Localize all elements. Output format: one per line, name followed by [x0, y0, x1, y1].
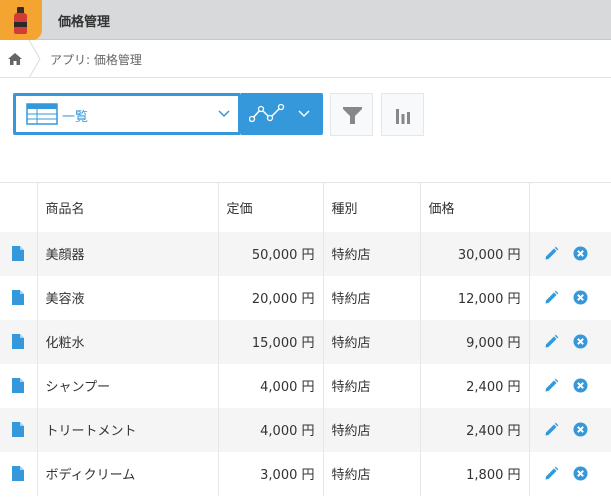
close-circle-icon[interactable] [573, 290, 588, 305]
pencil-icon[interactable] [544, 466, 559, 481]
cell-product-name: 化粧水 [36, 319, 218, 364]
cell-type: 特約店 [322, 319, 420, 364]
header-product-name[interactable]: 商品名 [36, 182, 218, 232]
cell-list-price: 4,000 円 [217, 363, 323, 408]
table-header-row: 商品名 定価 種別 価格 [0, 182, 611, 232]
cell-list-price: 15,000 円 [217, 319, 323, 364]
cell-product-name: シャンプー [36, 363, 218, 408]
pencil-icon[interactable] [544, 246, 559, 261]
table-row: ボディクリーム 3,000 円 特約店 1,800 円 [0, 451, 611, 496]
actions-cell [528, 275, 611, 320]
graph-selector[interactable] [241, 93, 323, 135]
record-detail-cell[interactable] [0, 407, 37, 452]
breadcrumb: アプリ: 価格管理 [0, 40, 611, 78]
close-circle-icon[interactable] [573, 422, 588, 437]
header-list-price[interactable]: 定価 [217, 182, 323, 232]
chevron-down-icon [218, 110, 230, 118]
record-detail-cell[interactable] [0, 231, 37, 276]
actions-cell [528, 231, 611, 276]
records-table: 商品名 定価 種別 価格 美顔器 50,000 円 特約店 30,000 円 美… [0, 182, 611, 496]
cell-type: 特約店 [322, 451, 420, 496]
cell-type: 特約店 [322, 275, 420, 320]
cell-type: 特約店 [322, 407, 420, 452]
header-icon-col [0, 182, 37, 232]
document-icon[interactable] [12, 466, 25, 481]
pencil-icon[interactable] [544, 334, 559, 349]
cell-list-price: 4,000 円 [217, 407, 323, 452]
table-row: 美容液 20,000 円 特約店 12,000 円 [0, 275, 611, 320]
cell-price: 12,000 円 [419, 275, 529, 320]
pencil-icon[interactable] [544, 422, 559, 437]
filter-button[interactable] [330, 93, 373, 136]
cell-price: 2,400 円 [419, 407, 529, 452]
cell-list-price: 20,000 円 [217, 275, 323, 320]
document-icon[interactable] [12, 334, 25, 349]
cosmetics-bottle-icon[interactable] [0, 0, 42, 40]
document-icon[interactable] [12, 422, 25, 437]
pencil-icon[interactable] [544, 290, 559, 305]
chevron-down-icon [298, 110, 310, 118]
cell-list-price: 3,000 円 [217, 451, 323, 496]
cell-type: 特約店 [322, 231, 420, 276]
record-detail-cell[interactable] [0, 275, 37, 320]
document-icon[interactable] [12, 246, 25, 261]
record-detail-cell[interactable] [0, 363, 37, 408]
record-detail-cell[interactable] [0, 451, 37, 496]
header-type[interactable]: 種別 [322, 182, 420, 232]
cell-product-name: 美容液 [36, 275, 218, 320]
cell-price: 1,800 円 [419, 451, 529, 496]
breadcrumb-app-link[interactable]: アプリ: 価格管理 [50, 51, 142, 68]
record-detail-cell[interactable] [0, 319, 37, 364]
cell-list-price: 50,000 円 [217, 231, 323, 276]
close-circle-icon[interactable] [573, 246, 588, 261]
app-title: 価格管理 [58, 15, 111, 30]
table-row: トリートメント 4,000 円 特約店 2,400 円 [0, 407, 611, 452]
close-circle-icon[interactable] [573, 466, 588, 481]
table-row: シャンプー 4,000 円 特約店 2,400 円 [0, 363, 611, 408]
table-view-icon [26, 103, 58, 125]
cell-type: 特約店 [322, 363, 420, 408]
actions-cell [528, 319, 611, 364]
header-price[interactable]: 価格 [419, 182, 529, 232]
home-icon[interactable] [7, 52, 23, 66]
app-header: 価格管理 [0, 0, 611, 40]
line-graph-icon [249, 103, 285, 123]
bar-chart-icon [396, 109, 410, 124]
cell-price: 9,000 円 [419, 319, 529, 364]
actions-cell [528, 451, 611, 496]
close-circle-icon[interactable] [573, 378, 588, 393]
table-row: 美顔器 50,000 円 特約店 30,000 円 [0, 231, 611, 276]
header-actions-col [528, 182, 611, 232]
cell-price: 30,000 円 [419, 231, 529, 276]
cell-product-name: 美顔器 [36, 231, 218, 276]
actions-cell [528, 407, 611, 452]
breadcrumb-separator [28, 40, 41, 78]
view-label: 一覧 [62, 110, 89, 125]
view-selector[interactable]: 一覧 [13, 93, 241, 135]
document-icon[interactable] [12, 378, 25, 393]
pencil-icon[interactable] [544, 378, 559, 393]
cell-price: 2,400 円 [419, 363, 529, 408]
close-circle-icon[interactable] [573, 334, 588, 349]
cell-product-name: トリートメント [36, 407, 218, 452]
cell-product-name: ボディクリーム [36, 451, 218, 496]
table-row: 化粧水 15,000 円 特約店 9,000 円 [0, 319, 611, 364]
filter-icon [343, 107, 362, 124]
chart-button[interactable] [381, 93, 424, 136]
document-icon[interactable] [12, 290, 25, 305]
actions-cell [528, 363, 611, 408]
